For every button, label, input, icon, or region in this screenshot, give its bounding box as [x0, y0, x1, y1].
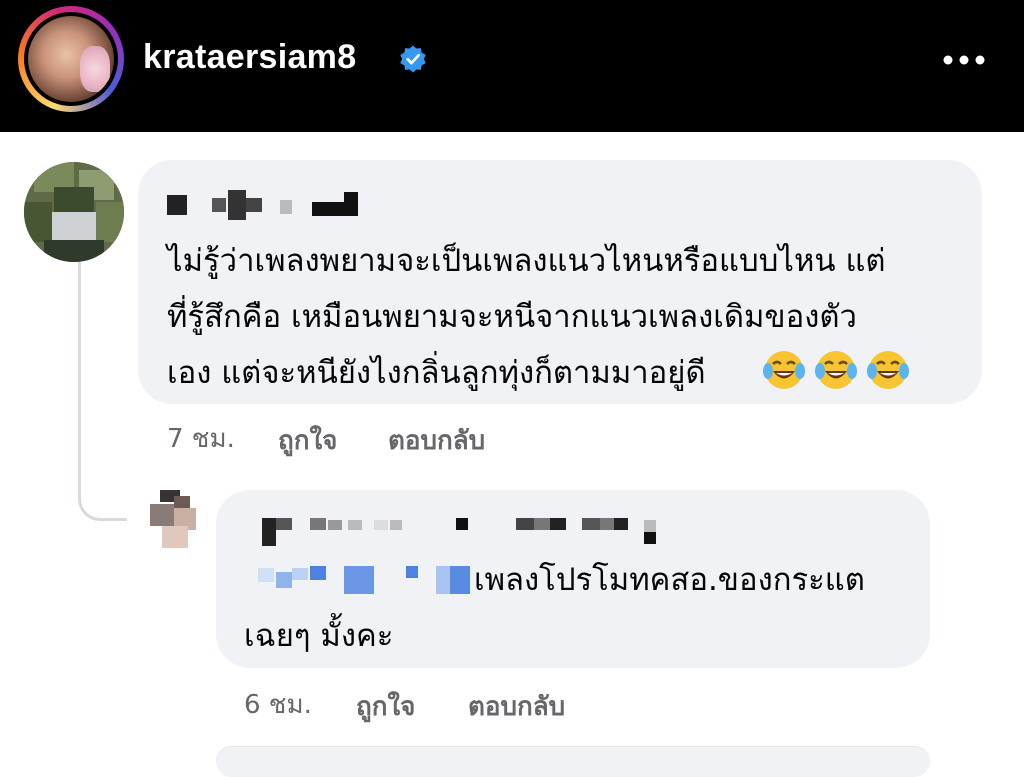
verified-badge-icon: [400, 45, 426, 73]
reply-thread-connector: [78, 258, 127, 521]
tears-of-joy-emoji-icon: [763, 351, 805, 389]
commenter-avatar[interactable]: [24, 162, 124, 262]
reply-timestamp: 6 ชม.: [244, 690, 312, 720]
post-header: krataersiam8: [0, 0, 1024, 132]
emoji-group: [762, 348, 910, 392]
reply-commenter-avatar[interactable]: [150, 490, 200, 550]
reply-text-line: เฉยๆ มั้งคะ: [244, 618, 394, 654]
reply-button[interactable]: ตอบกลับ: [468, 686, 565, 727]
reply-text-line: เพลงโปรโมทคสอ.ของกระแต: [474, 562, 865, 598]
avatar-photo: [28, 16, 114, 102]
like-button[interactable]: ถูกใจ: [278, 420, 337, 461]
profile-avatar[interactable]: [18, 6, 124, 112]
comment-text-line: ที่รู้สึกคือ เหมือนพยามจะหนีจากแนวเพลงเด…: [167, 299, 857, 335]
like-button[interactable]: ถูกใจ: [356, 686, 415, 727]
next-comment-bubble: [216, 746, 930, 777]
comment-text-line: ไม่รู้ว่าเพลงพยามจะเป็นเพลงแนวไหนหรือแบบ…: [167, 243, 886, 279]
tears-of-joy-emoji-icon: [815, 351, 857, 389]
more-dots-icon[interactable]: [940, 50, 988, 70]
reply-button[interactable]: ตอบกลับ: [388, 420, 485, 461]
comment-text-line: เอง แต่จะหนียังไงกลิ่นลูกทุ่งก็ตามมาอยู่…: [167, 355, 706, 391]
profile-username[interactable]: krataersiam8: [143, 38, 356, 77]
comment-timestamp: 7 ชม.: [167, 424, 235, 454]
tears-of-joy-emoji-icon: [867, 351, 909, 389]
